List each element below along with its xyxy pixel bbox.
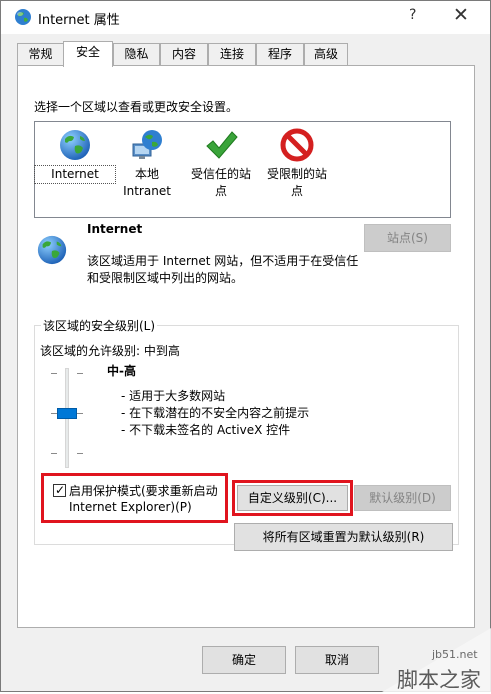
tab-programs[interactable]: 程序 — [256, 43, 304, 65]
tab-security[interactable]: 安全 — [63, 41, 113, 67]
tab-content[interactable]: 内容 — [160, 43, 208, 65]
zone-label: 受信任的站 点 — [190, 167, 251, 198]
internet-options-icon — [15, 9, 31, 25]
protected-mode-label-line-1: 启用保护模式(要求重新启动 — [69, 484, 218, 498]
zone-restricted-sites[interactable]: 受限制的站 点 — [257, 128, 337, 200]
security-level-name: 中-高 — [107, 364, 136, 378]
zone-list: Internet 本地 Intranet 受信任的站 点 受限制的站 点 — [34, 121, 451, 218]
window-title: Internet 属性 — [38, 13, 120, 28]
cancel-button[interactable]: 取消 — [295, 646, 379, 674]
zone-instruction: 选择一个区域以查看或更改安全设置。 — [34, 100, 239, 114]
ok-button[interactable]: 确定 — [202, 646, 286, 674]
internet-options-dialog: Internet 属性 ? ✕ 常规 安全 隐私 内容 连接 程序 高级 选择一… — [0, 0, 491, 692]
watermark-text: 脚本之家 — [397, 668, 481, 692]
sites-button[interactable]: 站点(S) — [364, 224, 451, 252]
security-level-slider-thumb[interactable] — [57, 408, 77, 419]
globe-icon — [60, 130, 90, 160]
protected-mode-checkbox[interactable]: ✓ — [53, 483, 66, 497]
close-button[interactable]: ✕ — [453, 4, 469, 26]
restricted-no-entry-icon — [280, 128, 314, 162]
security-level-bullet: - 适用于大多数网站 — [121, 389, 226, 403]
slider-tick — [77, 373, 83, 374]
security-level-bullet: - 在下载潜在的不安全内容之前提示 — [121, 406, 310, 420]
reset-all-zones-button[interactable]: 将所有区域重置为默认级别(R) — [234, 523, 453, 551]
default-level-button[interactable]: 默认级别(D) — [354, 485, 451, 511]
zone-label: Internet — [34, 165, 116, 184]
intranet-icon — [132, 130, 162, 159]
tab-general[interactable]: 常规 — [17, 43, 64, 65]
zone-label: 受限制的站 点 — [266, 167, 327, 198]
slider-tick — [77, 413, 83, 414]
zone-description-line-1: 该区域适用于 Internet 网站，但不适用于在受信任 — [87, 254, 359, 268]
security-level-bullet: - 不下载未签名的 ActiveX 控件 — [121, 423, 291, 437]
security-tab-panel: 选择一个区域以查看或更改安全设置。 Internet 本地 Intranet 受… — [17, 65, 475, 628]
zone-internet[interactable]: Internet — [34, 128, 116, 184]
title-bar: Internet 属性 ? ✕ — [1, 1, 490, 34]
tab-connections[interactable]: 连接 — [208, 43, 256, 65]
globe-icon — [37, 235, 67, 265]
slider-tick — [77, 453, 83, 454]
security-level-group-title: 该区域的安全级别(L) — [41, 317, 158, 334]
checkmark-icon: ✓ — [55, 483, 66, 497]
site-watermark: jb51.net 脚本之家 — [382, 628, 491, 692]
zone-description-line-2: 和受限制区域中列出的网站。 — [87, 271, 244, 285]
watermark-url: jb51.net — [432, 648, 478, 661]
zone-title: Internet — [87, 222, 143, 236]
slider-tick — [51, 453, 57, 454]
tab-advanced[interactable]: 高级 — [304, 43, 348, 65]
zone-local-intranet[interactable]: 本地 Intranet — [107, 128, 187, 200]
tab-privacy[interactable]: 隐私 — [113, 43, 160, 65]
zone-label: 本地 Intranet — [123, 167, 171, 198]
slider-tick — [51, 373, 57, 374]
trusted-checkmark-icon — [206, 131, 238, 159]
protected-mode-label-line-2: Internet Explorer)(P) — [69, 500, 192, 514]
allowed-levels-text: 该区域的允许级别: 中到高 — [40, 344, 180, 358]
help-button[interactable]: ? — [409, 7, 416, 23]
zone-trusted-sites[interactable]: 受信任的站 点 — [181, 128, 261, 200]
custom-level-button[interactable]: 自定义级别(C)... — [237, 485, 348, 511]
